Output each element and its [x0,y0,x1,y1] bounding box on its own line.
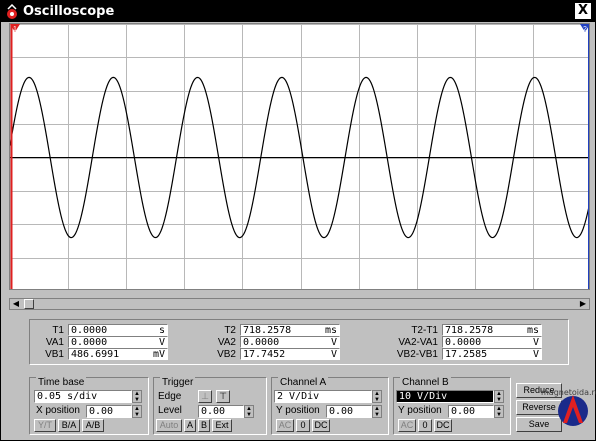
edge-label: Edge [158,391,182,402]
channel-b-dc-button[interactable]: DC [434,419,452,432]
channel-b-ac-button[interactable]: AC [398,419,416,432]
scroll-right-icon[interactable]: ▶ [577,299,589,309]
channel-a-zero-button[interactable]: 0 [296,419,310,432]
channel-a-panel: Channel A 2 V/Div ▲ ▼ Y position 0.00 ▲ ▼ … [271,377,389,435]
timebase-scale-field[interactable]: 0.05 s/div [34,390,132,403]
t2-value: 718.2578 ms [240,324,340,336]
channel-a-dc-button[interactable]: DC [312,419,330,432]
t2-t1-label: T2-T1 [411,324,438,336]
vb2-vb1-label: VB2-VB1 [396,348,438,360]
va1-value: 0.0000 V [68,336,168,348]
vb2-vb1-value: 17.2585 V [442,348,542,360]
readout-group-2: T2 718.2578 ms VA2 0.0000 V VB2 17.7452 V [204,324,340,360]
trigger-b-button[interactable]: B [198,419,210,432]
channel-a-title: Channel A [278,377,329,388]
trigger-title: Trigger [160,377,196,388]
falling-edge-icon[interactable]: ⊤ [216,390,230,403]
channel-b-title: Channel B [400,377,451,388]
channel-b-ypos-spin-icon[interactable]: ▲ ▼ [494,405,504,418]
trigger-panel: Trigger Edge ⊥ ⊤ Level 0.00 ▲ ▼ Auto A B … [153,377,267,435]
channel-a-ypos-label: Y position [276,405,320,416]
t1-label: T1 [52,324,64,336]
title-bar[interactable]: Oscilloscope X [1,1,595,22]
cursor-1-label: 1 [13,26,17,33]
cursor-readout-panel: T1 0.0000 s VA1 0.0000 V VB1 486.6991 mV T2… [29,319,569,365]
ab-button[interactable]: A/B [82,419,104,432]
timebase-spin-icon[interactable]: ▲ ▼ [132,390,142,403]
xpos-label: X position [36,405,80,416]
level-spin-icon[interactable]: ▲ ▼ [244,405,254,418]
channel-b-scale-field[interactable]: 10 V/Div [396,390,494,403]
t1-value: 0.0000 s [68,324,168,336]
auto-button[interactable]: Auto [156,419,182,432]
horizontal-scrollbar[interactable]: ◀ ▶ [9,298,590,310]
cursor-2-label: 2 [583,26,587,33]
t2-label: T2 [224,324,236,336]
scope-plot: 12 [10,24,589,289]
va1-label: VA1 [45,336,64,348]
va2-va1-label: VA2-VA1 [398,336,438,348]
yt-button[interactable]: Y/T [34,419,56,432]
channel-b-ypos-label: Y position [398,405,442,416]
readout-group-1: T1 0.0000 s VA1 0.0000 V VB1 486.6991 mV [32,324,168,360]
app-icon [4,3,20,20]
close-button[interactable]: X [575,3,591,19]
channel-a-ac-button[interactable]: AC [276,419,294,432]
timebase-title: Time base [36,377,87,388]
watermark-logo-icon [558,395,588,426]
scope-display: 12 [9,23,590,290]
va2-label: VA2 [217,336,236,348]
level-field[interactable]: 0.00 [198,405,244,418]
channel-a-ypos-spin-icon[interactable]: ▲ ▼ [372,405,382,418]
oscilloscope-window: Oscilloscope X 12 ◀ ▶ T1 0.0000 s VA1 0.0… [0,0,596,441]
scroll-thumb[interactable] [24,299,34,309]
trigger-a-button[interactable]: A [184,419,196,432]
vb1-value: 486.6991 mV [68,348,168,360]
ba-button[interactable]: B/A [58,419,80,432]
channel-a-spin-icon[interactable]: ▲ ▼ [372,390,382,403]
window-title: Oscilloscope [23,4,115,19]
xpos-field[interactable]: 0.00 [86,405,132,418]
vb1-label: VB1 [45,348,64,360]
scroll-left-icon[interactable]: ◀ [10,299,22,309]
channel-a-ypos-field[interactable]: 0.00 [326,405,372,418]
xpos-spin-icon[interactable]: ▲ ▼ [132,405,142,418]
channel-b-zero-button[interactable]: 0 [418,419,432,432]
timebase-panel: Time base 0.05 s/div ▲ ▼ X position 0.00 … [29,377,149,435]
vb2-value: 17.7452 V [240,348,340,360]
channel-b-panel: Channel B 10 V/Div ▲ ▼ Y position 0.00 ▲ ▼… [393,377,511,435]
t2-t1-value: 718.2578 ms [442,324,542,336]
channel-b-ypos-field[interactable]: 0.00 [448,405,494,418]
va2-va1-value: 0.0000 V [442,336,542,348]
va2-value: 0.0000 V [240,336,340,348]
readout-group-3: T2-T1 718.2578 ms VA2-VA1 0.0000 V VB2-VB1… [376,324,542,360]
vb2-label: VB2 [217,348,236,360]
ext-button[interactable]: Ext [212,419,232,432]
rising-edge-icon[interactable]: ⊥ [198,390,212,403]
level-label: Level [158,405,182,416]
channel-b-spin-icon[interactable]: ▲ ▼ [494,390,504,403]
channel-a-scale-field[interactable]: 2 V/Div [274,390,372,403]
